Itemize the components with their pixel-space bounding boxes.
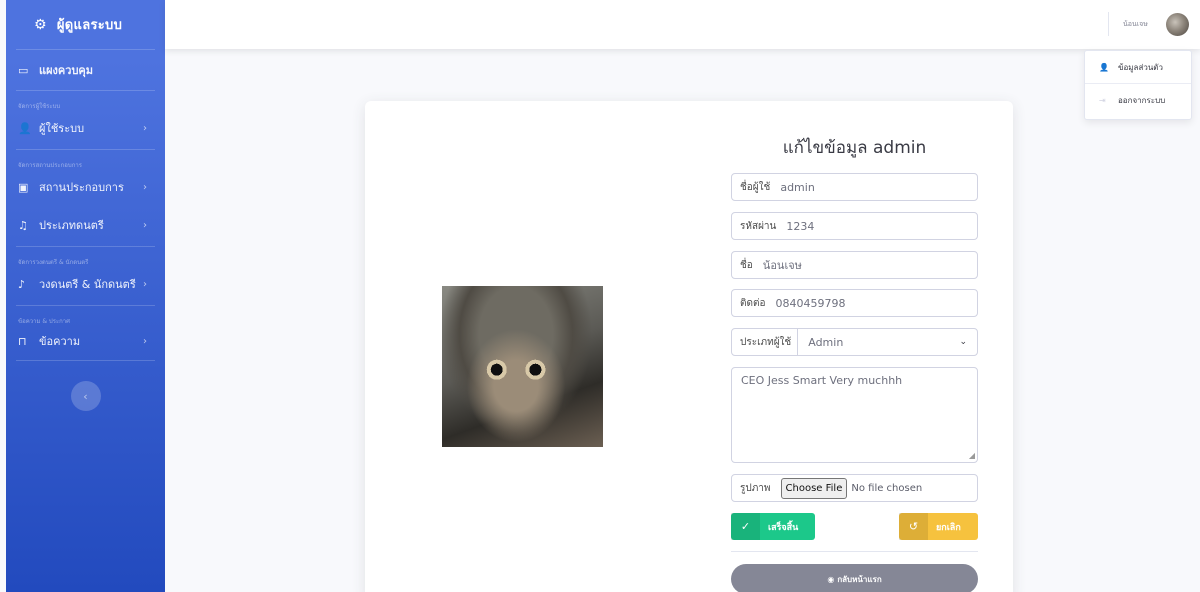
password-label: รหัสผ่าน (740, 220, 777, 232)
store-icon: ▣ (18, 180, 29, 194)
chevron-right-icon: › (143, 335, 147, 347)
sidebar-item-label: ประเภทดนตรี (39, 219, 104, 232)
chevron-right-icon: › (143, 122, 147, 134)
password-field[interactable]: รหัสผ่าน 1234 (731, 212, 978, 240)
username-label: ชื่อผู้ใช้ (740, 181, 771, 193)
brand-label: ผู้ดูแลระบบ (56, 18, 123, 33)
user-cog-icon: 👤 (18, 121, 32, 135)
file-status: No file chosen (851, 482, 923, 494)
resize-grip-icon[interactable]: ◢ (969, 451, 975, 460)
save-button[interactable]: ✓ เสร็จสิ้น (731, 513, 815, 540)
music-icon: ♫ (18, 218, 28, 232)
name-field[interactable]: ชื่อ น้อนเจษ (731, 251, 978, 279)
sidebar-item-messages[interactable]: ⊓ ข้อความ › (6, 328, 165, 354)
user-type-value: Admin (808, 335, 844, 349)
image-file-field: รูปภาพ Choose File No file chosen (731, 474, 978, 502)
bio-text: CEO Jess Smart Very muchhh (741, 374, 903, 387)
guitar-icon: ♪ (18, 277, 26, 291)
topbar-username[interactable]: น้อนเจษ (1123, 0, 1148, 49)
dropdown-item-profile[interactable]: 👤 ข้อมูลส่วนตัว (1085, 51, 1191, 83)
save-label: เสร็จสิ้น (768, 522, 799, 533)
sidebar-heading-venues: จัดการสถานประกอบการ (18, 162, 82, 169)
form-title: แก้ไขข้อมูล admin (782, 138, 927, 158)
image-label: รูปภาพ (740, 482, 771, 494)
contact-label: ติดต่อ (740, 297, 766, 309)
back-home-label: กลับหน้าแรก (837, 574, 882, 584)
sidebar-item-bands[interactable]: ♪ วงดนตรี & นักดนตรี › (6, 269, 165, 299)
sidebar-toggle-button[interactable]: ‹ (70, 381, 101, 411)
user-dropdown-menu: 👤 ข้อมูลส่วนตัว ⇥ ออกจากระบบ (1084, 50, 1192, 120)
user-type-select[interactable]: ประเภทผู้ใช้ Admin ⌄ (731, 328, 978, 356)
username-value: admin (780, 180, 815, 194)
sign-out-icon: ⇥ (1099, 95, 1106, 105)
topbar-divider (1108, 12, 1109, 36)
sidebar-divider (16, 360, 155, 361)
name-label: ชื่อ (740, 259, 753, 271)
sidebar-item-label: วงดนตรี & นักดนตรี (39, 278, 136, 291)
chevron-right-icon: › (143, 278, 147, 290)
sidebar-item-label: แผงควบคุม (39, 64, 94, 77)
sidebar-item-dashboard[interactable]: ▭ แผงควบคุม (6, 50, 165, 90)
form-divider (731, 551, 978, 552)
chevron-down-icon: ⌄ (959, 337, 967, 347)
chevron-right-icon: › (143, 219, 147, 231)
sidebar: ⚙ ผู้ดูแลระบบ ▭ แผงควบคุม จัดการผู้ใช้ระ… (6, 0, 165, 592)
profile-photo (442, 286, 603, 447)
chevron-right-icon: › (143, 181, 147, 193)
arrow-circle-left-icon: ◉ (827, 574, 835, 584)
sidebar-heading-bands: จัดการวงดนตรี & นักดนตรี (18, 259, 89, 266)
contact-field[interactable]: ติดต่อ 0840459798 (731, 289, 978, 317)
avatar[interactable] (1166, 13, 1189, 36)
sidebar-item-label: ผู้ใช้ระบบ (39, 122, 85, 135)
username-field[interactable]: ชื่อผู้ใช้ admin (731, 173, 978, 201)
back-home-button[interactable]: ◉ กลับหน้าแรก (731, 564, 978, 592)
sidebar-heading-users: จัดการผู้ใช้ระบบ (18, 103, 61, 110)
inbox-icon: ⊓ (18, 334, 27, 348)
chevron-left-icon: ‹ (83, 389, 88, 403)
undo-icon: ↺ (899, 513, 928, 540)
sidebar-heading-messages: ข้อความ & ประกาศ (18, 318, 70, 325)
check-icon: ✓ (731, 513, 760, 540)
dropdown-item-label: ข้อมูลส่วนตัว (1118, 62, 1163, 72)
sidebar-item-label: ข้อความ (39, 335, 81, 348)
user-type-label: ประเภทผู้ใช้ (732, 329, 799, 355)
monitor-icon: ▭ (18, 63, 29, 77)
cancel-button[interactable]: ↺ ยกเลิก (899, 513, 978, 540)
name-value: น้อนเจษ (762, 259, 802, 272)
sidebar-item-venues[interactable]: ▣ สถานประกอบการ › (6, 172, 165, 202)
sidebar-item-music-types[interactable]: ♫ ประเภทดนตรี › (6, 210, 165, 240)
dropdown-item-logout[interactable]: ⇥ ออกจากระบบ (1085, 84, 1191, 116)
users-cog-icon: ⚙ (34, 16, 47, 33)
sidebar-item-users[interactable]: 👤 ผู้ใช้ระบบ › (6, 113, 165, 143)
topbar: น้อนเจษ (165, 0, 1200, 49)
sidebar-brand[interactable]: ⚙ ผู้ดูแลระบบ (6, 0, 165, 49)
contact-value: 0840459798 (775, 296, 846, 310)
password-value: 1234 (786, 219, 815, 233)
choose-file-button[interactable]: Choose File (780, 477, 848, 499)
dropdown-item-label: ออกจากระบบ (1118, 95, 1166, 105)
bio-textarea[interactable]: CEO Jess Smart Very muchhh ◢ (731, 367, 978, 463)
sidebar-item-label: สถานประกอบการ (39, 181, 124, 194)
cancel-label: ยกเลิก (936, 522, 961, 533)
user-icon: 👤 (1099, 62, 1109, 72)
